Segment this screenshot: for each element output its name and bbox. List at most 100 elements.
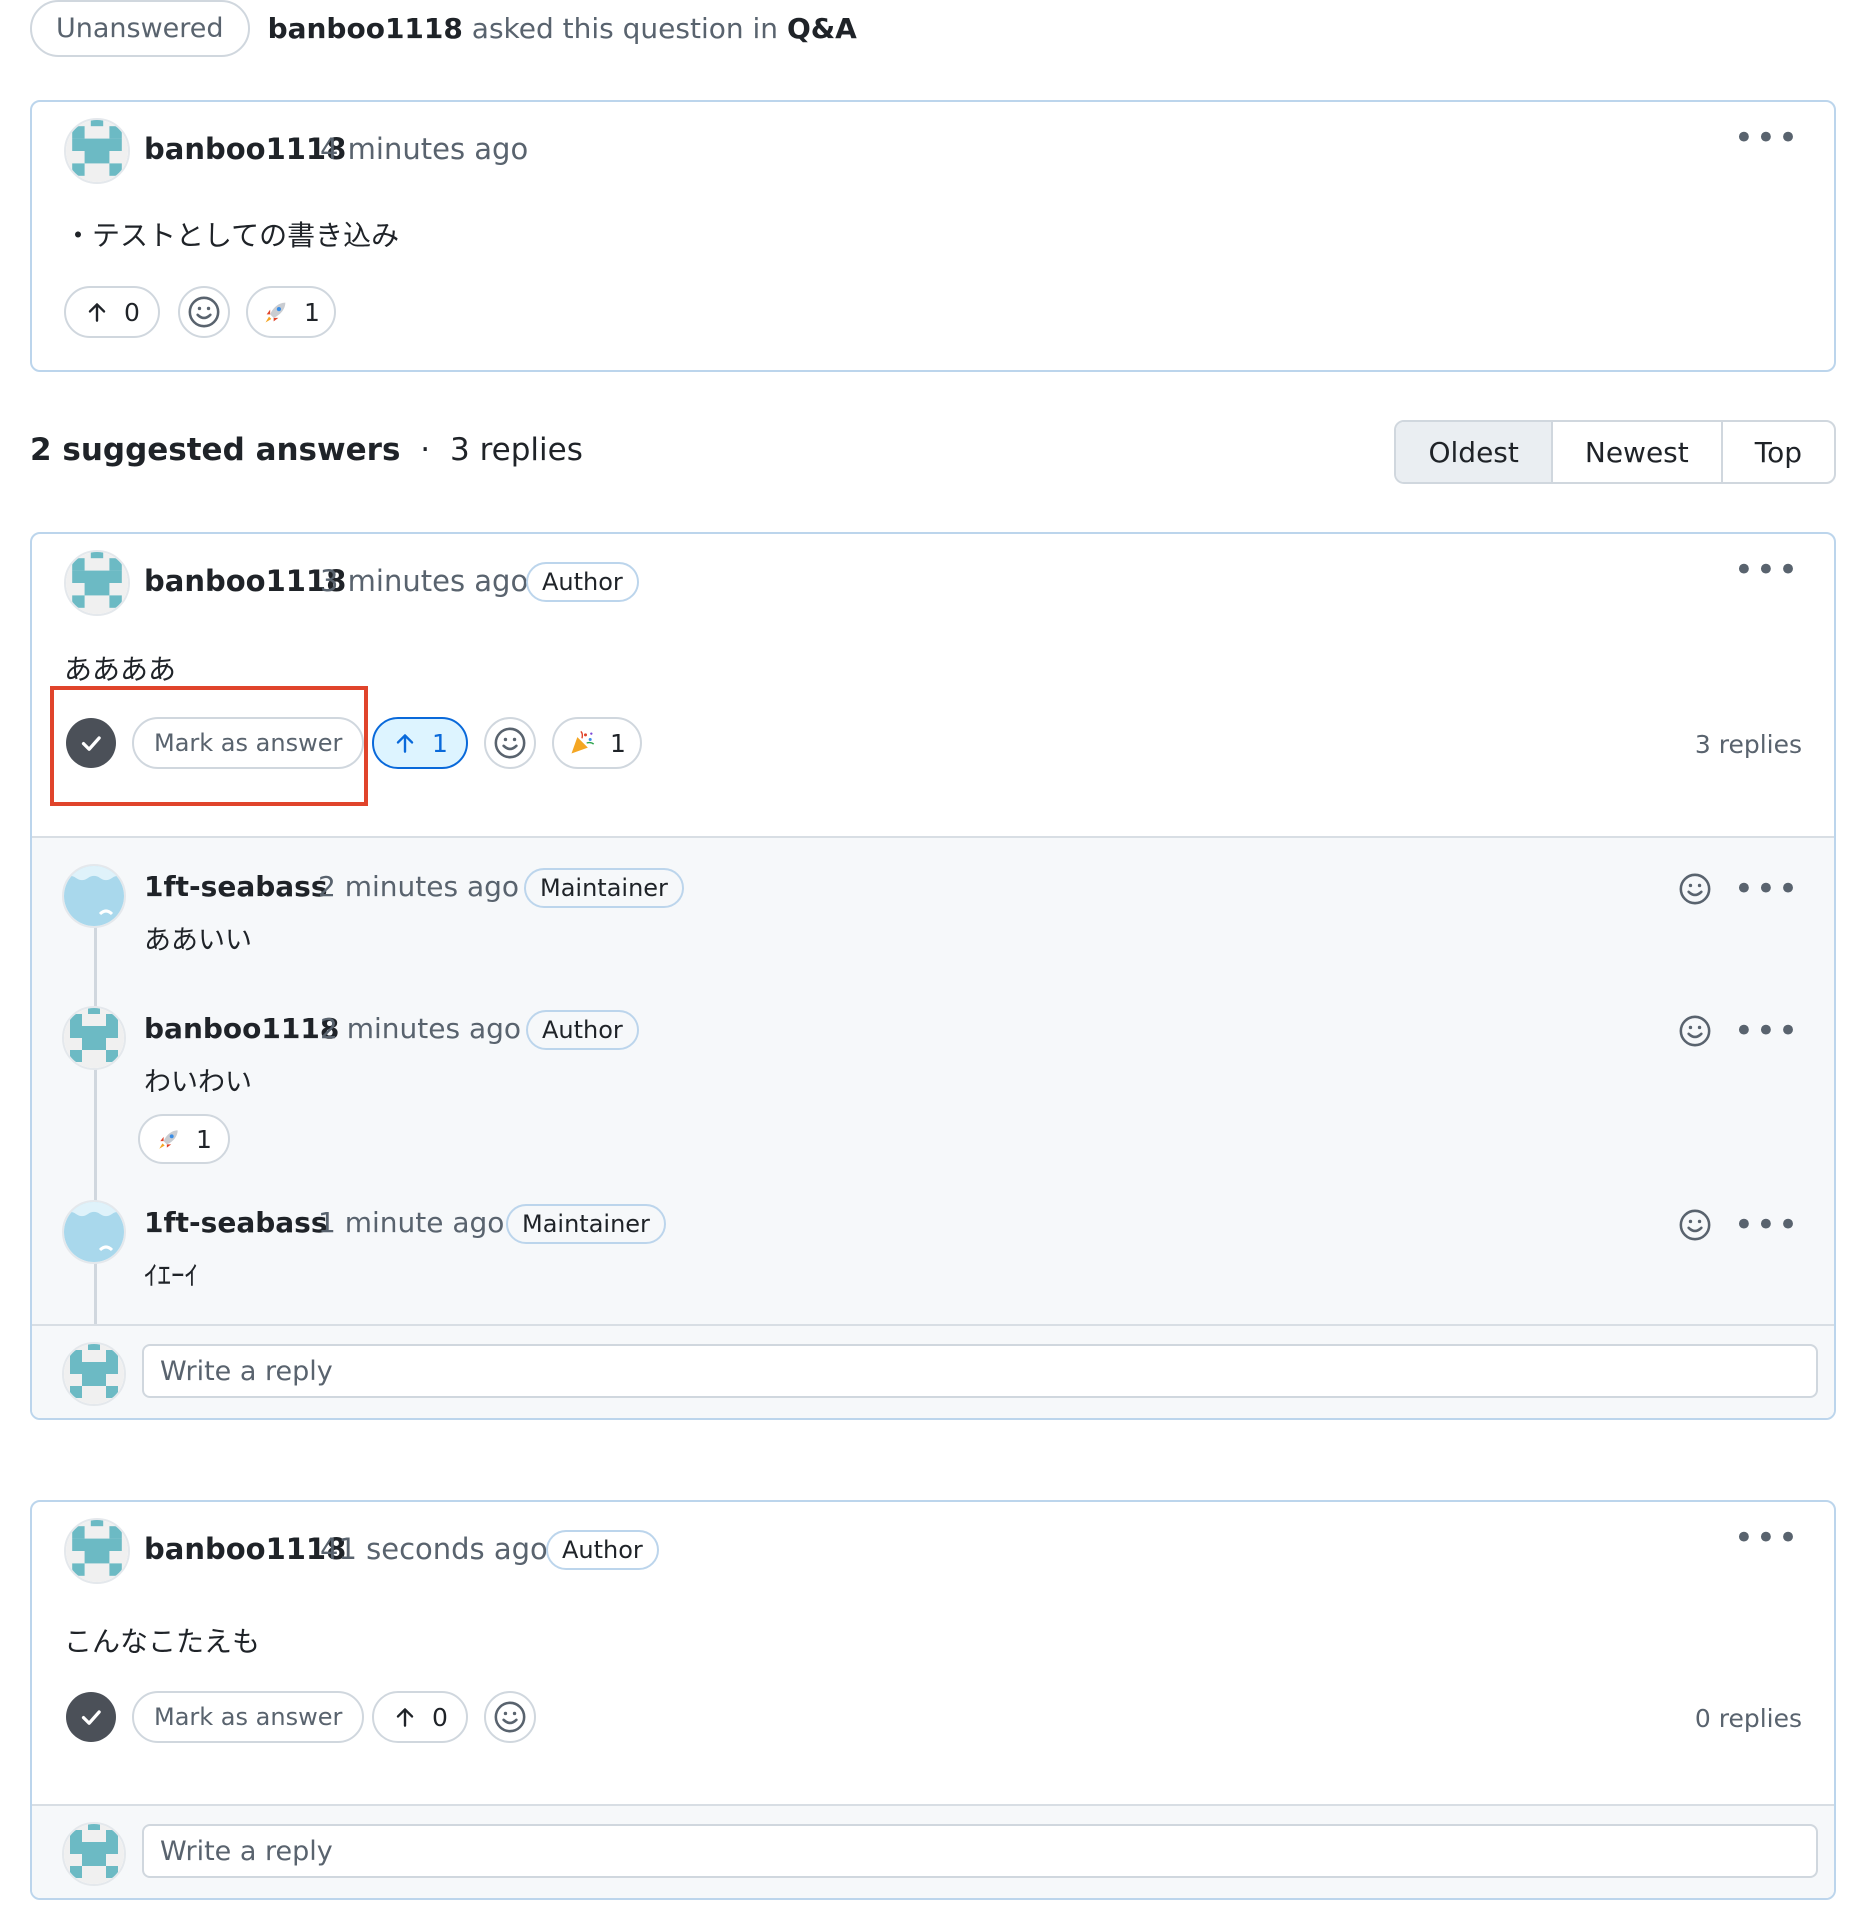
answer-body: こんなこたえも [64, 1625, 261, 1658]
asker-link[interactable]: banboo1118 [268, 12, 463, 45]
upvote-button[interactable]: 0 [372, 1691, 468, 1743]
replies-total: 3 replies [450, 432, 583, 468]
answer-body: ああああ [64, 653, 177, 686]
maintainer-badge: Maintainer [506, 1204, 666, 1244]
rocket-count: 1 [304, 297, 320, 327]
identicon-avatar-icon [64, 1008, 124, 1068]
add-reaction-button[interactable] [484, 1691, 536, 1743]
maintainer-badge: Maintainer [524, 868, 684, 908]
more-options-icon[interactable]: ••• [1734, 553, 1800, 587]
sort-newest-button[interactable]: Newest [1550, 422, 1721, 482]
suggested-answers-count: 2 suggested answers [30, 432, 401, 468]
sea-avatar-icon [64, 866, 124, 926]
mark-as-answer-button[interactable]: Mark as answer [132, 1691, 365, 1743]
answers-summary: 2 suggested answers · 3 replies [30, 432, 583, 468]
separator: · [420, 432, 431, 468]
avatar[interactable] [64, 118, 130, 184]
smiley-icon[interactable] [1678, 872, 1712, 906]
identicon-avatar-icon [66, 120, 128, 182]
author-badge: Author [526, 562, 639, 602]
more-options-icon[interactable]: ••• [1734, 1208, 1800, 1242]
answer-author[interactable]: banboo1118 [144, 564, 346, 598]
question-author[interactable]: banboo1118 [144, 132, 346, 166]
upvote-count: 0 [432, 1702, 448, 1732]
sort-oldest-button[interactable]: Oldest [1396, 422, 1551, 482]
more-options-icon[interactable]: ••• [1734, 1014, 1800, 1048]
upvote-count: 1 [432, 728, 448, 758]
question-time[interactable]: 4 minutes ago [320, 132, 528, 166]
upvote-button[interactable]: 0 [64, 286, 160, 338]
add-reaction-button[interactable] [484, 717, 536, 769]
more-options-icon[interactable]: ••• [1734, 121, 1800, 155]
replies-count: 0 replies [1694, 1704, 1802, 1733]
answer-card: banboo1118 41 seconds ago Author ••• こんな… [30, 1500, 1836, 1900]
author-badge: Author [526, 1010, 639, 1050]
sort-top-button[interactable]: Top [1720, 422, 1834, 482]
reply-body: ああいい [144, 925, 252, 956]
reply-author[interactable]: banboo1118 [144, 1012, 339, 1045]
rocket-icon [262, 298, 290, 326]
author-badge: Author [546, 1530, 659, 1570]
rocket-icon [156, 1126, 182, 1152]
category-link[interactable]: Q&A [787, 12, 857, 45]
highlight-box [50, 686, 368, 806]
mark-answer-check-icon[interactable] [66, 1692, 116, 1742]
identicon-avatar-icon [64, 1824, 124, 1884]
more-options-icon[interactable]: ••• [1734, 872, 1800, 906]
smiley-icon [493, 726, 527, 760]
reply-input[interactable]: Write a reply [142, 1824, 1818, 1878]
smiley-icon[interactable] [1678, 1208, 1712, 1242]
discussion-status-line: Unanswered banboo1118 asked this questio… [30, 0, 857, 57]
asked-text: asked this question in [471, 12, 779, 45]
avatar[interactable] [62, 1006, 126, 1070]
write-reply-area: Write a reply [32, 1324, 1834, 1418]
unanswered-state-badge: Unanswered [30, 0, 250, 57]
arrow-up-icon [392, 1704, 418, 1730]
avatar [62, 1342, 126, 1406]
party-reaction-button[interactable]: 1 [552, 717, 642, 769]
smiley-icon [493, 1700, 527, 1734]
identicon-avatar-icon [66, 552, 128, 614]
answer-card: banboo1118 3 minutes ago Author ••• ああああ… [30, 532, 1836, 1420]
rocket-reaction-button[interactable]: 1 [138, 1114, 230, 1164]
asked-in-text: banboo1118 asked this question in Q&A [268, 12, 857, 45]
more-options-icon[interactable]: ••• [1734, 1521, 1800, 1555]
answer-time[interactable]: 41 seconds ago [320, 1532, 548, 1566]
reply-author[interactable]: 1ft-seabass [144, 870, 328, 903]
smiley-icon [187, 295, 221, 329]
reply-input[interactable]: Write a reply [142, 1344, 1818, 1398]
avatar[interactable] [62, 1200, 126, 1264]
reply-actions: ••• [1678, 1208, 1800, 1242]
add-reaction-button[interactable] [178, 286, 230, 338]
write-reply-area: Write a reply [32, 1804, 1834, 1898]
party-popper-icon [568, 729, 596, 757]
upvote-button[interactable]: 1 [372, 717, 468, 769]
reply-body: わいわい [144, 1067, 252, 1098]
answer-author[interactable]: banboo1118 [144, 1532, 346, 1566]
answer-time[interactable]: 3 minutes ago [320, 564, 528, 598]
replies-thread: 1ft-seabass 2 minutes ago Maintainer ああい… [32, 836, 1834, 1326]
reply-author[interactable]: 1ft-seabass [144, 1206, 328, 1239]
reply-time[interactable]: 2 minutes ago [320, 1012, 521, 1045]
avatar[interactable] [64, 1518, 130, 1584]
question-body: ・テストとしての書き込み [64, 219, 400, 252]
rocket-reaction-button[interactable]: 1 [246, 286, 336, 338]
reply-actions: ••• [1678, 872, 1800, 906]
reply-time[interactable]: 1 minute ago [318, 1206, 504, 1239]
check-icon [76, 1702, 106, 1732]
avatar [62, 1822, 126, 1886]
upvote-count: 0 [124, 297, 140, 327]
smiley-icon[interactable] [1678, 1014, 1712, 1048]
question-card: banboo1118 4 minutes ago ••• ・テストとしての書き込… [30, 100, 1836, 372]
avatar[interactable] [64, 550, 130, 616]
reply-actions: ••• [1678, 1014, 1800, 1048]
sort-segmented-control: Oldest Newest Top [1394, 420, 1836, 484]
replies-count: 3 replies [1694, 730, 1802, 759]
arrow-up-icon [392, 730, 418, 756]
avatar[interactable] [62, 864, 126, 928]
rocket-count: 1 [196, 1124, 212, 1154]
party-count: 1 [610, 728, 626, 758]
reply-time[interactable]: 2 minutes ago [318, 870, 519, 903]
reply-body: ｲｴｰｲ [144, 1261, 198, 1292]
identicon-avatar-icon [64, 1344, 124, 1404]
